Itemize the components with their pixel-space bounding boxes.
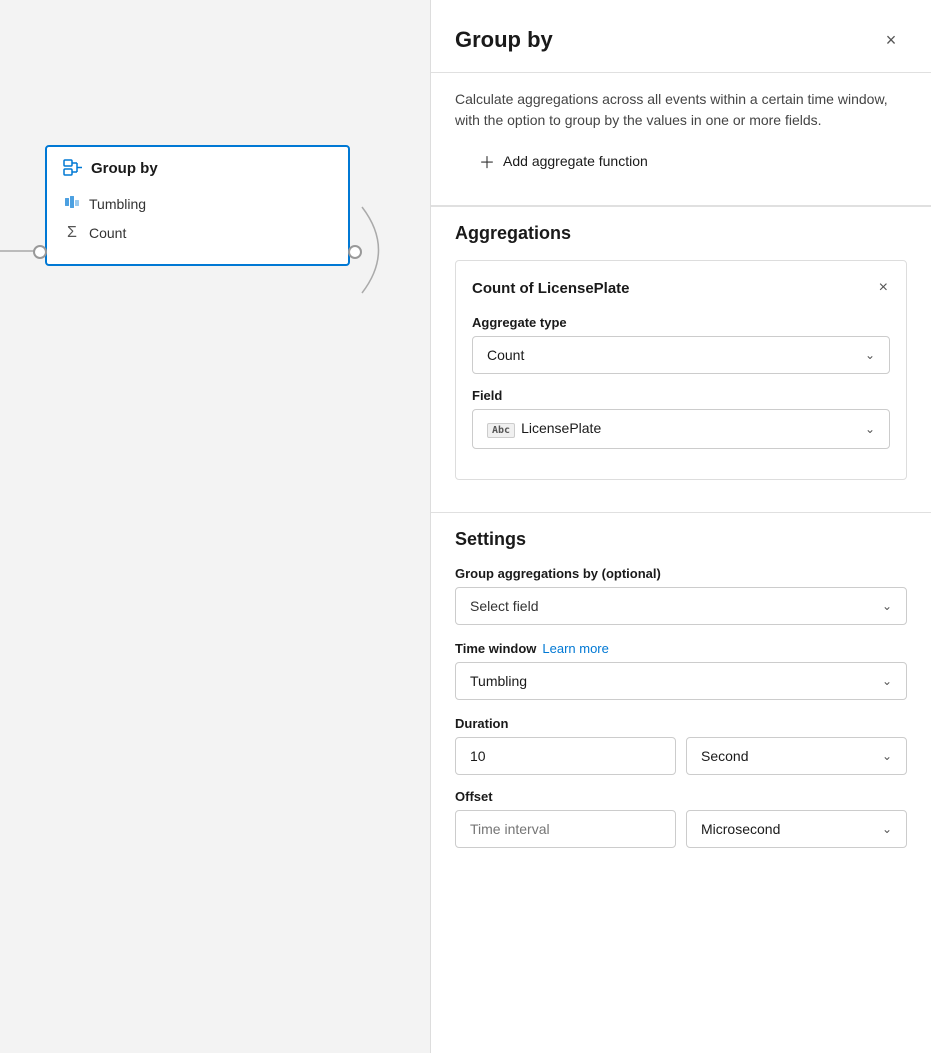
panel-header: Group by × — [431, 0, 931, 73]
aggregation-card: Count of LicensePlate × Aggregate type C… — [455, 260, 907, 480]
node-item-count: Σ Count — [63, 218, 332, 248]
time-window-dropdown[interactable]: Tumbling ⌄ — [455, 662, 907, 700]
group-by-node[interactable]: Group by Tumbling Σ Count — [45, 145, 350, 266]
time-window-value: Tumbling — [470, 673, 527, 689]
add-aggregate-function-button[interactable]: ＋ Add aggregate function — [479, 145, 648, 177]
agg-card-header: Count of LicensePlate × — [472, 277, 890, 299]
node-item-tumbling: Tumbling — [63, 189, 332, 218]
node-title: Group by — [63, 159, 332, 177]
plus-icon: ＋ — [479, 149, 495, 173]
agg-card-title: Count of LicensePlate — [472, 280, 630, 297]
aggregate-type-dropdown[interactable]: Count ⌄ — [472, 336, 890, 374]
group-by-node-icon — [63, 159, 83, 177]
time-window-label-row: Time window Learn more — [455, 641, 907, 656]
node-item-count-label: Count — [89, 225, 126, 241]
time-window-chevron-icon: ⌄ — [882, 674, 892, 688]
node-title-text: Group by — [91, 160, 158, 177]
group-by-dropdown[interactable]: Select field ⌄ — [455, 587, 907, 625]
group-by-placeholder: Select field — [470, 598, 538, 614]
offset-label: Offset — [455, 789, 907, 804]
offset-time-input[interactable] — [455, 810, 676, 848]
offset-unit-value: Microsecond — [701, 821, 780, 837]
field-chevron-icon: ⌄ — [865, 422, 875, 436]
time-window-label: Time window — [455, 641, 536, 656]
offset-unit-dropdown[interactable]: Microsecond ⌄ — [686, 810, 907, 848]
offset-row: Microsecond ⌄ — [455, 810, 907, 848]
duration-unit-dropdown[interactable]: Second ⌄ — [686, 737, 907, 775]
aggregate-type-value: Count — [487, 347, 524, 363]
count-sigma-icon: Σ — [63, 224, 81, 242]
right-panel: Group by × Calculate aggregations across… — [430, 0, 931, 1053]
panel-description: Calculate aggregations across all events… — [431, 73, 931, 206]
field-type-icon: Abc — [487, 423, 515, 438]
agg-card-close-button[interactable]: × — [877, 277, 890, 299]
field-dropdown[interactable]: AbcLicensePlate ⌄ — [472, 409, 890, 449]
aggregate-type-chevron-icon: ⌄ — [865, 348, 875, 362]
field-value-row: AbcLicensePlate — [487, 420, 601, 438]
offset-unit-chevron-icon: ⌄ — [882, 822, 892, 836]
node-item-tumbling-label: Tumbling — [89, 196, 146, 212]
panel-close-button[interactable]: × — [875, 24, 907, 56]
duration-unit-value: Second — [701, 748, 748, 764]
aggregations-section: Aggregations Count of LicensePlate × Agg… — [431, 206, 931, 512]
canvas-area: Group by Tumbling Σ Count — [0, 0, 430, 1053]
group-by-optional-label: Group aggregations by (optional) — [455, 566, 907, 581]
duration-label: Duration — [455, 716, 907, 731]
duration-unit-chevron-icon: ⌄ — [882, 749, 892, 763]
aggregate-type-label: Aggregate type — [472, 315, 890, 330]
settings-section: Settings Group aggregations by (optional… — [431, 512, 931, 878]
duration-row: Second ⌄ — [455, 737, 907, 775]
settings-section-title: Settings — [455, 529, 907, 550]
tumbling-icon — [63, 195, 81, 212]
learn-more-link[interactable]: Learn more — [542, 641, 608, 656]
aggregations-section-title: Aggregations — [455, 223, 907, 244]
duration-input[interactable] — [455, 737, 676, 775]
panel-title: Group by — [455, 27, 553, 53]
left-connector-dot — [33, 245, 47, 259]
group-by-chevron-icon: ⌄ — [882, 599, 892, 613]
canvas-curve-svg — [355, 200, 425, 300]
field-label: Field — [472, 388, 890, 403]
